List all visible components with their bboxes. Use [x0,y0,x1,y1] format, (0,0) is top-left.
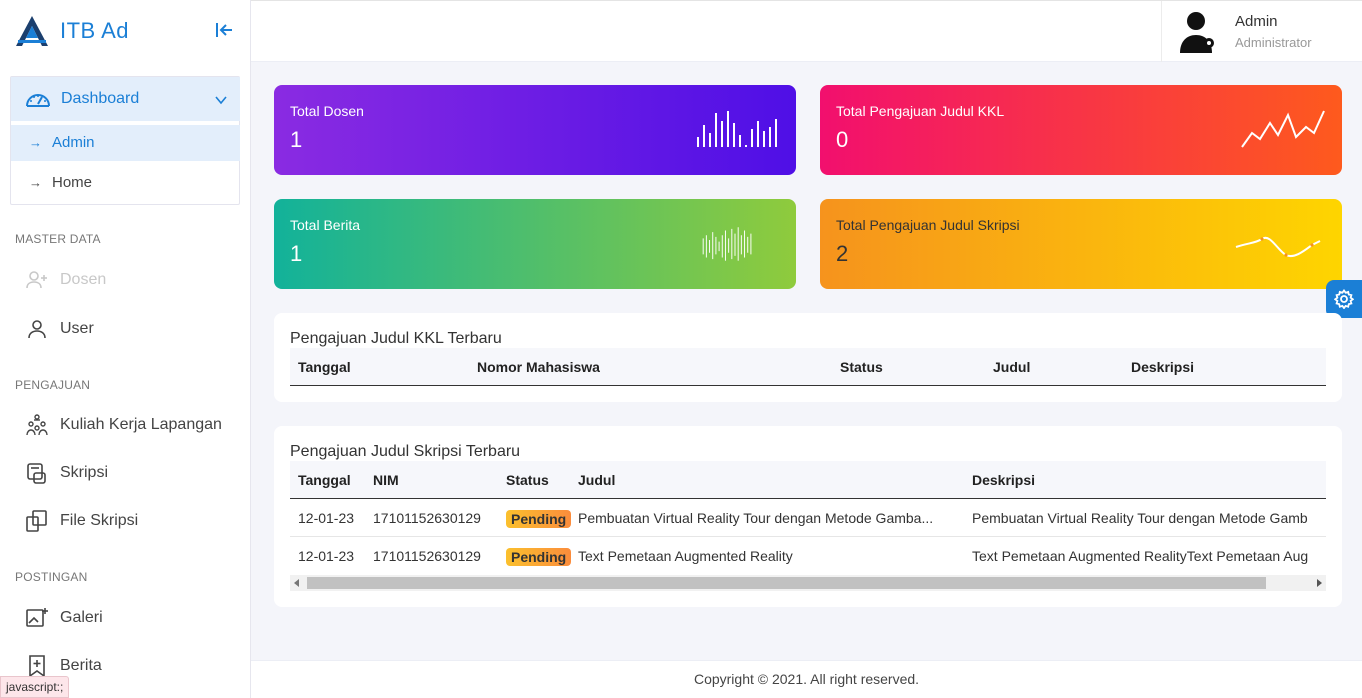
cell-tanggal: 12-01-23 [298,510,355,526]
curve-sparkline-icon [1235,236,1321,257]
column-header[interactable]: Status [506,472,549,488]
scroll-icon [27,463,46,484]
column-header[interactable]: Deskripsi [1131,359,1194,375]
status-bar-link-tooltip: javascript:; [0,676,70,698]
sidebar-item-user[interactable]: User [0,309,250,349]
column-header[interactable]: NIM [373,472,399,488]
sidebar-item-label: User [60,320,94,337]
stat-value: 0 [836,127,849,152]
stat-card-total-kkl: Total Pengajuan Judul KKL 0 [820,85,1342,175]
copyright-text: Copyright © 2021. All right reserved. [693,671,920,687]
gear-icon [1334,289,1354,309]
sidebar-subitem-admin[interactable]: → Admin [11,125,240,161]
sidebar-item-label: Kuliah Kerja Lapangan [60,416,222,433]
column-header[interactable]: Judul [578,472,615,488]
sidebar-item-label: Home [52,174,93,191]
horizontal-scrollbar[interactable] [290,575,1326,591]
cell-nim: 17101152630129 [373,510,481,526]
bookmark-add-icon [29,655,45,678]
status-badge: Pending [506,548,572,566]
sidebar-item-dashboard[interactable]: Dashboard [11,77,240,121]
cell-nim: 17101152630129 [373,548,481,564]
brand[interactable]: ITB Ad [0,0,250,61]
speedometer-icon [26,94,50,107]
cell-judul: Text Pemetaan Augmented Reality [578,548,793,564]
section-title-postingan: POSTINGAN [15,570,88,584]
scroll-right-icon[interactable] [1317,579,1322,587]
brand-name: ITB Ad [60,17,130,43]
table-row[interactable]: 12-01-23 17101152630129 Pending Text Pem… [290,537,1326,575]
arrow-right-icon: → [29,135,42,150]
sidebar-item-file-skripsi[interactable]: File Skripsi [0,501,250,541]
table-header: Tanggal Nomor Mahasiswa Status Judul Des… [290,348,1326,386]
stat-title: Total Dosen [290,103,364,119]
user-icon [28,320,46,339]
sidebar-item-dosen[interactable]: Dosen [0,260,250,300]
sidebar-item-label: File Skripsi [60,512,139,529]
status-badge: Pending [506,510,572,528]
itb-logo-icon [16,15,48,46]
image-add-icon [26,608,48,627]
column-header[interactable]: Nomor Mahasiswa [477,359,600,375]
column-header[interactable]: Deskripsi [972,472,1035,488]
scrollbar-thumb[interactable] [307,577,1266,589]
section-title-master-data: MASTER DATA [15,232,101,246]
sidebar-item-label: Skripsi [60,464,109,481]
sidebar: ITB Ad Dashboard → Admin → Home MASTER D… [0,0,251,698]
column-header[interactable]: Status [840,359,883,375]
user-menu[interactable]: Admin Administrator [1161,1,1362,62]
sidebar-item-label: Galeri [60,609,103,626]
sidebar-item-kkl[interactable]: Kuliah Kerja Lapangan [0,405,250,445]
stat-card-total-berita: Total Berita 1 [274,199,796,289]
files-icon [26,510,47,532]
top-header: Admin Administrator [251,0,1362,62]
table-row[interactable]: 12-01-23 17101152630129 Pending Pembuata… [290,499,1326,537]
skripsi-panel: Pengajuan Judul Skripsi Terbaru Tanggal … [274,426,1342,607]
stat-title: Total Berita [290,217,361,233]
avatar [1180,12,1214,53]
cell-deskripsi: Text Pemetaan Augmented RealityText Peme… [972,548,1309,564]
chevron-down-icon [215,96,227,105]
dashboard-menu: Dashboard → Admin → Home [10,76,240,205]
sidebar-item-skripsi[interactable]: Skripsi [0,453,250,493]
sidebar-subitem-home[interactable]: → Home [11,165,240,201]
arrow-right-icon: → [29,175,42,190]
column-header[interactable]: Tanggal [298,472,351,488]
scroll-left-icon[interactable] [294,579,299,587]
stat-value: 1 [290,127,303,152]
bar-sparkline-icon [697,111,777,147]
sidebar-item-label: Admin [52,134,95,151]
collapse-left-icon[interactable] [214,21,234,39]
wave-sparkline-icon [702,227,752,261]
user-role: Administrator [1235,35,1312,50]
section-title-pengajuan: PENGAJUAN [15,378,91,392]
sidebar-item-label: Dosen [60,271,107,288]
stat-title: Total Pengajuan Judul KKL [836,103,1005,119]
stat-title: Total Pengajuan Judul Skripsi [836,217,1020,233]
panel-title: Pengajuan Judul Skripsi Terbaru [290,443,521,460]
panel-title: Pengajuan Judul KKL Terbaru [290,330,502,347]
stat-card-total-dosen: Total Dosen 1 [274,85,796,175]
stat-value: 2 [836,241,849,266]
line-sparkline-icon [1241,110,1325,148]
column-header[interactable]: Tanggal [298,359,351,375]
group-icon [26,414,48,436]
cell-tanggal: 12-01-23 [298,548,355,564]
sidebar-item-label: Dashboard [61,90,140,107]
kkl-panel: Pengajuan Judul KKL Terbaru Tanggal Nomo… [274,313,1342,402]
cell-judul: Pembuatan Virtual Reality Tour dengan Me… [578,510,934,526]
column-header[interactable]: Judul [993,359,1030,375]
footer: Copyright © 2021. All right reserved. [251,660,1362,698]
stat-card-total-skripsi: Total Pengajuan Judul Skripsi 2 [820,199,1342,289]
sidebar-item-galeri[interactable]: Galeri [0,598,250,638]
cell-deskripsi: Pembuatan Virtual Reality Tour dengan Me… [972,510,1308,526]
user-plus-icon [26,271,47,289]
user-name: Admin [1235,13,1278,30]
sidebar-item-label: Berita [60,657,102,674]
stat-value: 1 [290,241,303,266]
table-header: Tanggal NIM Status Judul Deskripsi [290,461,1326,499]
